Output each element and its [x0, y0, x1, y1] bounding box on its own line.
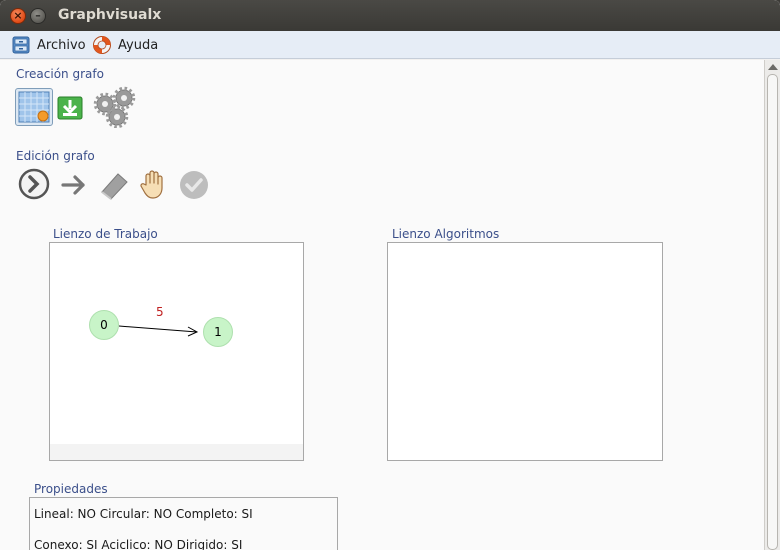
- algorithm-canvas[interactable]: [387, 242, 663, 461]
- menu-archivo-label: Archivo: [37, 37, 86, 53]
- graph-node[interactable]: 0: [89, 310, 119, 340]
- graph-node[interactable]: 1: [203, 317, 233, 347]
- select-tool-button[interactable]: [18, 168, 50, 200]
- vertical-scrollbar[interactable]: [764, 60, 780, 550]
- move-tool-button[interactable]: [137, 168, 169, 200]
- new-graph-button[interactable]: [15, 88, 53, 126]
- eraser-tool-button[interactable]: [98, 170, 130, 200]
- confirm-tool-button[interactable]: [178, 169, 210, 201]
- title-bar: × – Graphvisualx: [0, 0, 780, 31]
- scroll-thumb[interactable]: [767, 74, 778, 550]
- menu-bar: Archivo Ayuda: [0, 31, 780, 59]
- download-icon: [57, 96, 83, 120]
- menu-ayuda-label: Ayuda: [118, 37, 159, 53]
- menu-ayuda[interactable]: Ayuda: [92, 34, 158, 56]
- close-icon: ×: [13, 9, 23, 22]
- select-circle-arrow-icon: [18, 168, 50, 200]
- check-icon: [180, 171, 208, 199]
- algorithm-canvas-label: Lienzo Algoritmos: [392, 227, 500, 241]
- menu-archivo[interactable]: Archivo: [11, 34, 86, 56]
- edge-layer: [118, 325, 199, 337]
- gears-icon: [93, 86, 136, 129]
- cabinet-icon: [12, 36, 30, 54]
- eraser-icon: [101, 173, 128, 200]
- generate-graph-button[interactable]: [91, 86, 137, 129]
- properties-line-2: Conexo: SI Aciclico: NO Dirigido: SI: [34, 538, 243, 550]
- edge-weight-label: 5: [156, 305, 164, 319]
- app-window: × – Graphvisualx Archivo Ayuda Creación …: [0, 0, 780, 550]
- close-window-button[interactable]: ×: [10, 8, 26, 24]
- import-graph-button[interactable]: [56, 94, 84, 122]
- lifebuoy-icon: [93, 36, 111, 54]
- window-title: Graphvisualx: [58, 7, 162, 23]
- minimize-icon: –: [35, 9, 41, 22]
- edition-section-label: Edición grafo: [16, 149, 95, 163]
- scroll-up-icon[interactable]: [768, 64, 778, 70]
- work-canvas[interactable]: 5 0 1: [49, 242, 304, 461]
- properties-section-label: Propiedades: [34, 482, 108, 496]
- add-edge-tool-button[interactable]: [60, 172, 88, 198]
- properties-line-1: Lineal: NO Circular: NO Completo: SI: [34, 507, 253, 521]
- work-canvas-label: Lienzo de Trabajo: [53, 227, 158, 241]
- arrow-right-icon: [61, 175, 85, 195]
- minimize-window-button[interactable]: –: [30, 8, 46, 24]
- creation-section-label: Creación grafo: [16, 67, 104, 81]
- canvas-footer-strip: [50, 444, 303, 460]
- properties-panel: Lineal: NO Circular: NO Completo: SI Con…: [29, 497, 338, 550]
- hand-icon: [140, 170, 163, 199]
- new-graph-icon: [18, 91, 50, 123]
